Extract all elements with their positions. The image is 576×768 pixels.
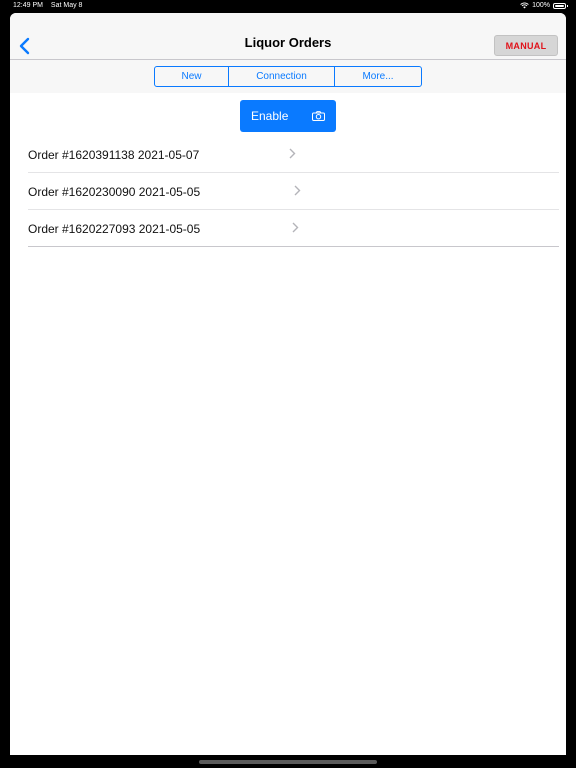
order-row[interactable]: Order #1620391138 2021-05-07 — [28, 136, 559, 173]
segment-bar: New Connection More... — [10, 60, 566, 93]
segmented-control: New Connection More... — [154, 66, 422, 87]
chevron-right-icon — [294, 185, 301, 196]
order-label: Order #1620227093 2021-05-05 — [28, 222, 201, 236]
order-row[interactable]: Order #1620227093 2021-05-05 — [28, 210, 559, 247]
status-left: 12:49 PM Sat May 8 — [13, 2, 88, 9]
device-frame: 12:49 PM Sat May 8 100% Liquor Orders MA… — [0, 0, 576, 768]
manual-button[interactable]: MANUAL — [494, 35, 558, 56]
order-list: Order #1620391138 2021-05-07 Order #1620… — [28, 136, 559, 247]
segment-new[interactable]: New — [155, 67, 229, 86]
order-label: Order #1620391138 2021-05-07 — [28, 148, 200, 162]
segment-more[interactable]: More... — [335, 67, 421, 86]
order-label: Order #1620230090 2021-05-05 — [28, 185, 201, 199]
segment-connection[interactable]: Connection — [229, 67, 335, 86]
status-right: 100% — [520, 2, 568, 9]
home-indicator[interactable] — [199, 760, 377, 764]
battery-percent: 100% — [532, 2, 550, 9]
camera-icon — [312, 111, 325, 121]
status-date: Sat May 8 — [50, 2, 83, 9]
status-time: 12:49 PM — [13, 2, 43, 9]
navigation-bar: Liquor Orders MANUAL — [10, 13, 566, 60]
status-bar: 12:49 PM Sat May 8 100% — [0, 0, 576, 13]
battery-icon — [553, 2, 568, 9]
chevron-right-icon — [292, 222, 299, 233]
chevron-right-icon — [289, 148, 296, 159]
enable-label: Enable — [251, 109, 289, 123]
page-title: Liquor Orders — [244, 35, 332, 50]
order-row[interactable]: Order #1620230090 2021-05-05 — [28, 173, 559, 210]
app-screen: Liquor Orders MANUAL New Connection More… — [10, 13, 566, 755]
wifi-icon — [520, 2, 529, 9]
enable-button[interactable]: Enable — [240, 100, 336, 132]
